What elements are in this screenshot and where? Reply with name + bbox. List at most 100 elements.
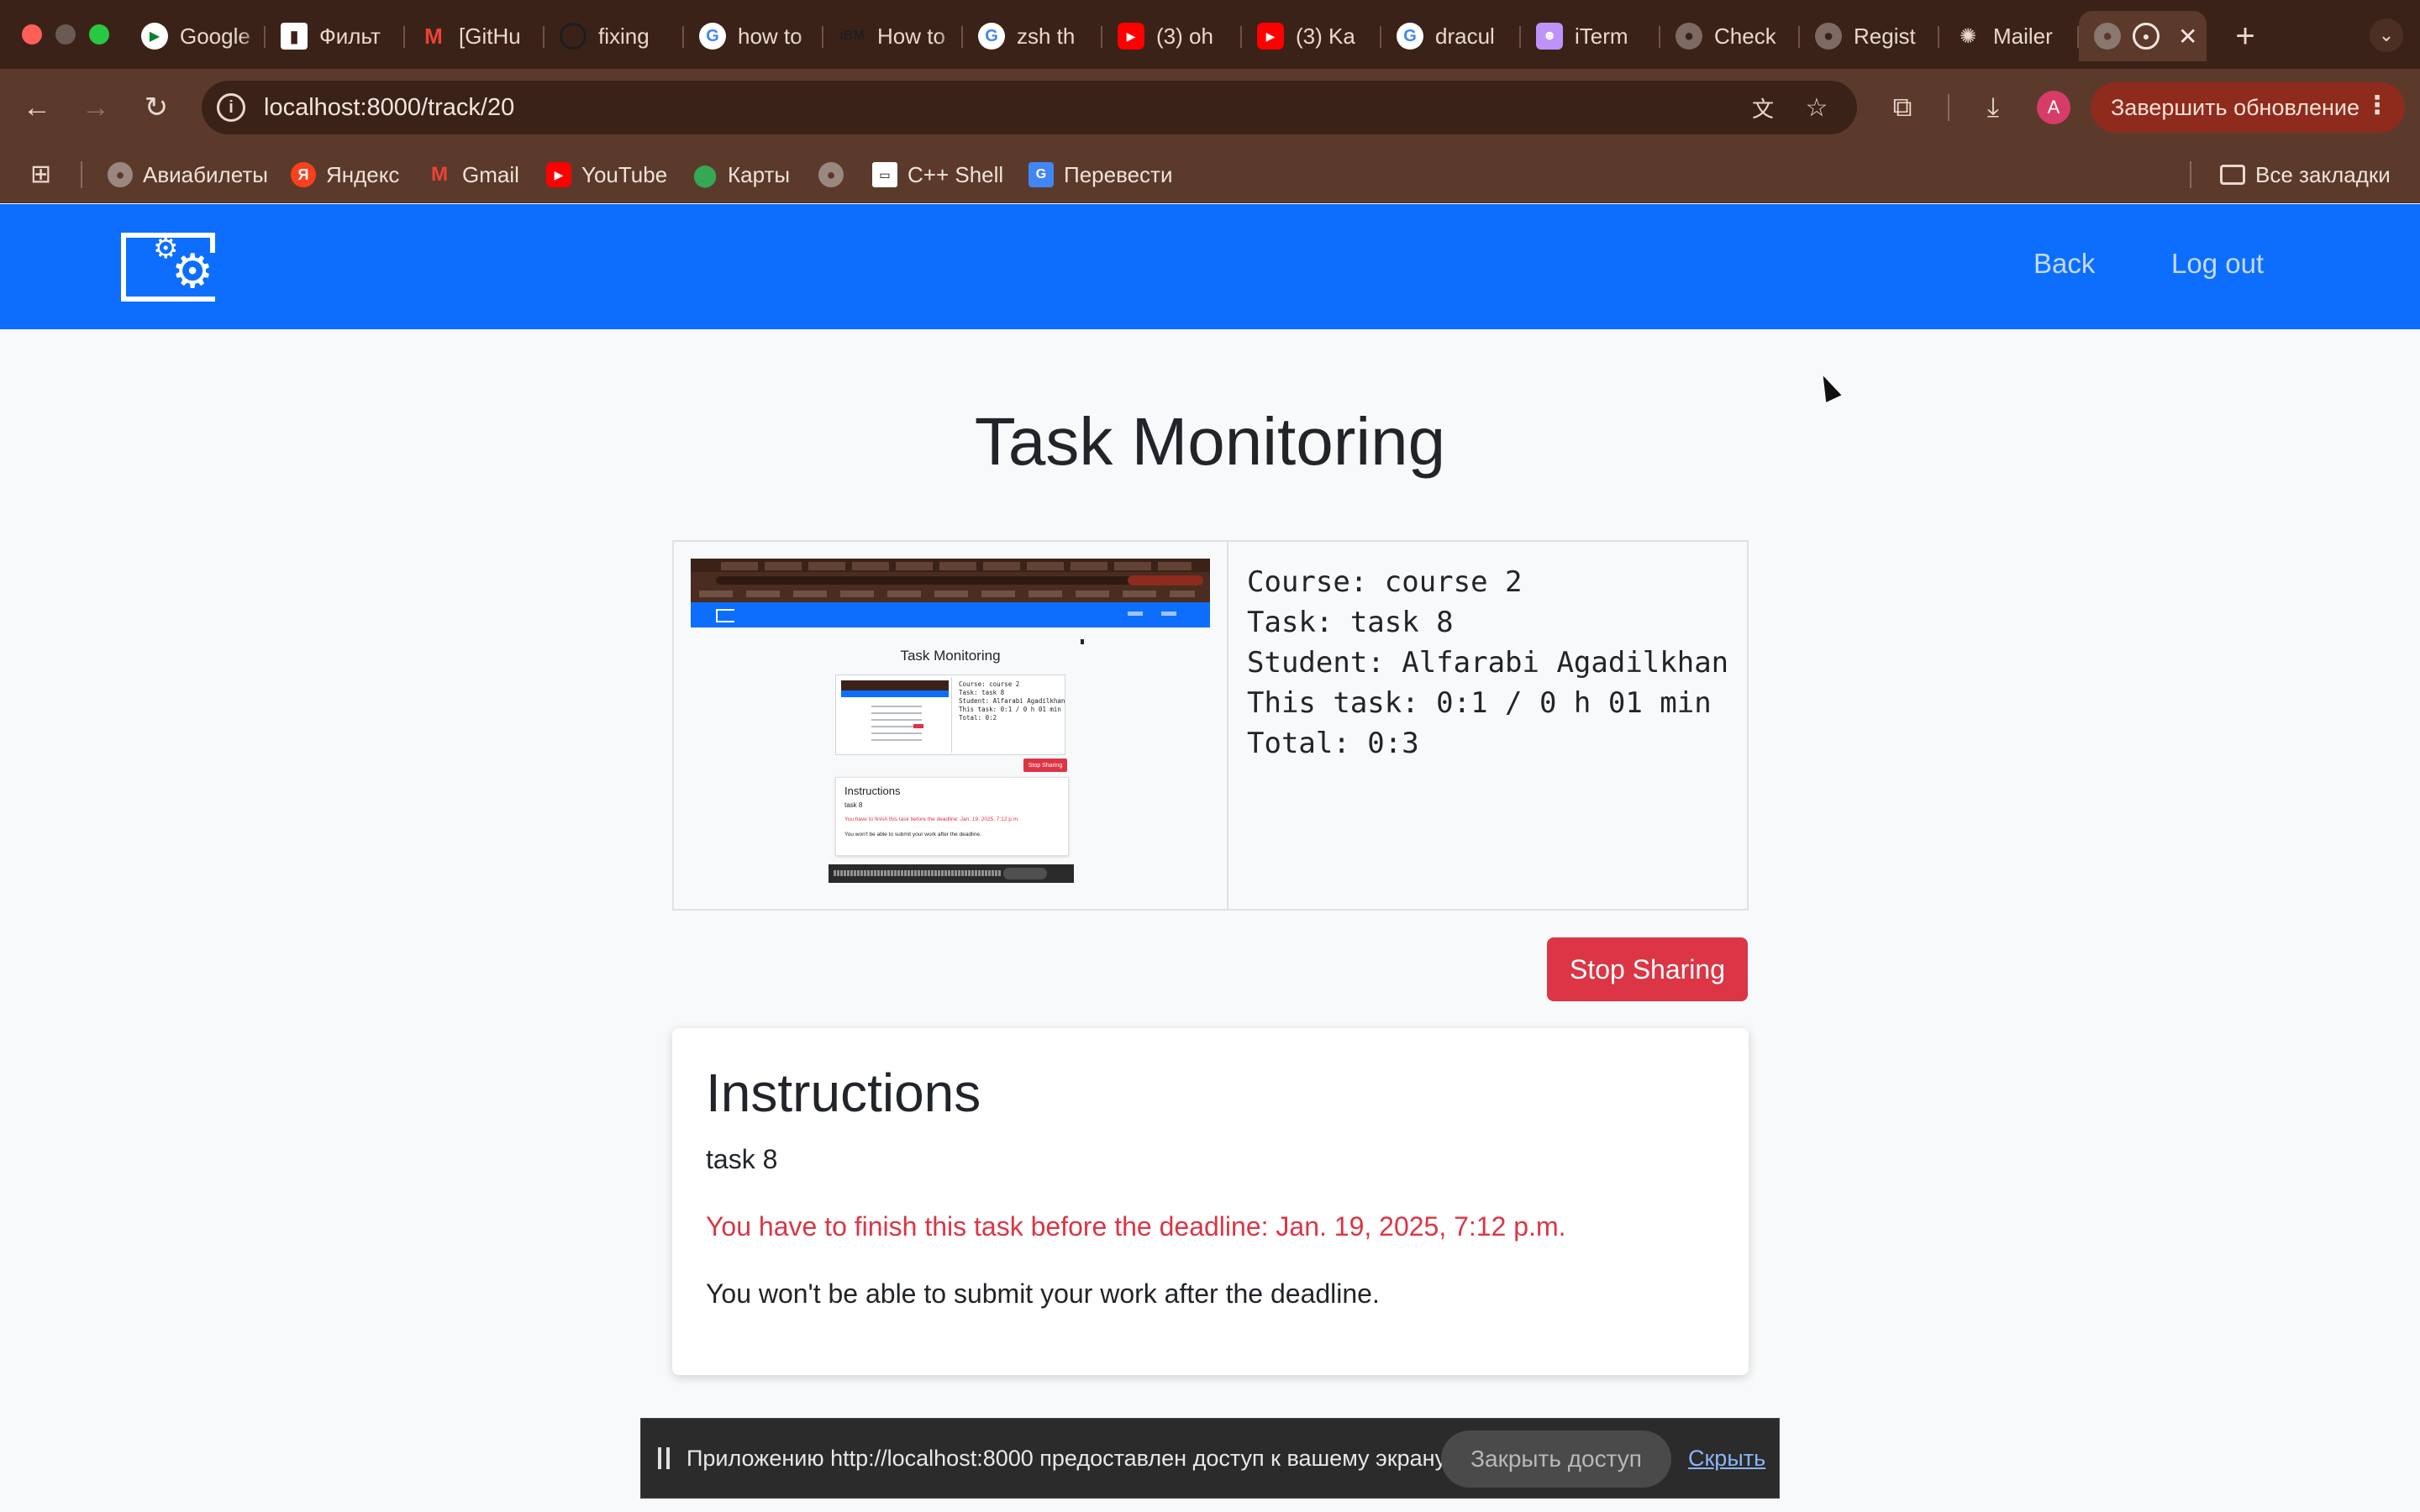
preview-nav-link <box>1161 612 1176 616</box>
nav-logout-link[interactable]: Log out <box>2171 248 2264 280</box>
google-meet-icon: ▶ <box>141 23 168 50</box>
bookmarks-divider <box>81 161 82 188</box>
window-zoom-button[interactable] <box>89 24 109 45</box>
preview-logo <box>716 609 734 622</box>
browser-tab[interactable]: Gdracul <box>1381 11 1521 61</box>
preview-nested-navbar <box>841 690 949 697</box>
globe-icon: ● <box>108 162 133 187</box>
preview-nested-stop <box>913 724 923 728</box>
bookmarks-bar: ⊞ ● Авиабилеты Я Яндекс M Gmail ▶ YouTube ⬤ К… <box>0 146 2420 203</box>
kebab-menu-icon: ⋮ <box>2365 92 2390 119</box>
back-arrow-icon[interactable]: ← <box>18 89 55 126</box>
bookmark-item[interactable]: ⬤ Карты <box>692 158 790 192</box>
browser-tab[interactable]: ▶ Google <box>126 11 266 61</box>
window-close-button[interactable] <box>22 24 42 45</box>
student-line: Student: Alfarabi Agadilkhan <box>1247 646 1729 680</box>
browser-tab[interactable]: Gzsh th <box>963 11 1102 61</box>
github-icon <box>560 23 587 50</box>
nav-back-link[interactable]: Back <box>2033 248 2095 280</box>
close-tab-icon[interactable]: ✕ <box>2178 23 2197 50</box>
browser-tab[interactable]: ● Check <box>1660 11 1800 61</box>
monitor-panel: Task Monitoring Course: course 2 Task: t… <box>672 540 1749 911</box>
bookmark-item[interactable]: ▭ C++ Shell <box>872 158 1003 192</box>
preview-nav-link <box>1128 612 1143 616</box>
bookmark-item[interactable]: M Gmail <box>427 158 519 192</box>
finish-update-label: Завершить обновление <box>2111 94 2360 120</box>
browser-tab-strip: ▶ Google ▮ Фильт M [GitHu fixing Ghow to iB… <box>0 0 2420 69</box>
preview-stop-sharing: Stop Sharing <box>1023 759 1067 772</box>
bookmark-item[interactable]: ▶ YouTube <box>546 158 667 192</box>
preview-card-deadline: You have to finish this task before the … <box>844 816 1019 822</box>
tab-list: ▶ Google ▮ Фильт M [GitHu fixing Ghow to iB… <box>126 10 2262 62</box>
globe-icon: ● <box>2094 23 2121 50</box>
download-icon[interactable]: ⤓ <box>1975 89 2012 126</box>
preview-share-button <box>1003 868 1047 879</box>
this-task-time-line: This task: 0:1 / 0 h 01 min <box>1247 686 1712 720</box>
apps-grid-icon[interactable]: ⊞ <box>30 161 57 188</box>
finish-update-button[interactable]: Завершить обновление ⋮ <box>2091 82 2405 133</box>
window-minimize-button[interactable] <box>55 24 76 45</box>
pause-icon <box>658 1447 670 1469</box>
profile-avatar[interactable]: A <box>2037 91 2070 124</box>
preview-tabs <box>721 562 1192 570</box>
preview-share-bar <box>829 864 1074 883</box>
bookmark-item[interactable]: Я Яндекс <box>291 158 399 192</box>
browser-tab-active[interactable]: ● ● ✕ <box>2079 11 2207 61</box>
forward-arrow-icon[interactable]: → <box>77 89 114 126</box>
instructions-task: task 8 <box>706 1144 778 1174</box>
preview-browser-chrome <box>691 559 1210 602</box>
address-bar[interactable]: i localhost:8000/track/20 文 ☆ <box>202 81 1857 134</box>
total-time-line: Total: 0:3 <box>1247 727 1419 760</box>
hide-link[interactable]: Скрыть <box>1688 1446 1765 1472</box>
google-icon: G <box>1397 23 1423 50</box>
new-tab-button[interactable]: + <box>2228 18 2262 55</box>
google-icon: G <box>978 23 1005 50</box>
browser-tab[interactable]: ▶ (3) oh <box>1102 11 1242 61</box>
url-text[interactable]: localhost:8000/track/20 <box>264 94 514 122</box>
browser-tab[interactable]: ✺ Mailer <box>1939 11 2079 61</box>
instructions-heading: Instructions <box>706 1063 981 1123</box>
preview-instructions-card: Instructions task 8 You have to finish t… <box>835 777 1069 856</box>
openai-icon: ✺ <box>1959 24 1977 48</box>
preview-cursor <box>1081 639 1084 644</box>
browser-tab[interactable]: iBM How to <box>823 11 963 61</box>
youtube-icon: ▶ <box>1257 23 1284 50</box>
browser-tab[interactable]: M [GitHu <box>405 11 544 61</box>
reload-icon[interactable]: ↻ <box>138 89 175 126</box>
browser-tab[interactable]: Ghow to <box>684 11 823 61</box>
ibm-icon: iBM <box>839 29 865 43</box>
page-title: Task Monitoring <box>974 404 1446 479</box>
deadline-warning: You have to finish this task before the … <box>706 1211 1566 1242</box>
browser-tab[interactable]: ☻ iTerm <box>1521 11 1660 61</box>
site-info-icon[interactable]: i <box>217 93 245 122</box>
app-logo[interactable]: ⚙ ⚙ <box>121 233 215 302</box>
tab-search-chevron-icon[interactable]: ⌄ <box>2370 18 2403 52</box>
extensions-puzzle-icon[interactable]: ⧉ <box>1884 89 1921 126</box>
stop-access-button[interactable]: Закрыть доступ <box>1441 1431 1671 1488</box>
youtube-icon: ▶ <box>546 162 571 187</box>
gmail-icon: M <box>424 23 443 49</box>
app-navbar: ⚙ ⚙ Back Log out <box>0 204 2420 329</box>
bookmark-star-icon[interactable]: ☆ <box>1802 92 1832 123</box>
preview-share-message <box>834 870 1002 876</box>
bookmarks-divider <box>2190 161 2191 188</box>
browser-tab[interactable]: ● Regist <box>1800 11 1939 61</box>
translate-icon[interactable]: 文 <box>1748 92 1778 123</box>
bookmark-item[interactable]: G Перевести <box>1028 158 1172 192</box>
browser-tab[interactable]: ▮ Фильт <box>266 11 405 61</box>
browser-tab[interactable]: fixing <box>544 11 684 61</box>
screen-share-bar: Приложению http://localhost:8000 предост… <box>640 1418 1780 1499</box>
preview-card-task: task 8 <box>844 801 863 809</box>
stop-sharing-button[interactable]: Stop Sharing <box>1547 937 1748 1001</box>
recording-icon: ● <box>2133 23 2160 50</box>
preview-monitor-panel: Course: course 2 Task: task 8 Student: A… <box>835 675 1065 755</box>
instructions-card: Instructions task 8 You have to finish t… <box>672 1028 1749 1375</box>
bookmark-item[interactable]: ● <box>818 158 854 192</box>
yandex-icon: Я <box>291 162 316 187</box>
screen-preview-image: Task Monitoring Course: course 2 Task: t… <box>691 559 1210 895</box>
all-bookmarks-button[interactable]: Все закладки <box>2220 158 2391 192</box>
preview-title: Task Monitoring <box>900 648 1001 664</box>
bookmark-item[interactable]: ● Авиабилеты <box>108 158 268 192</box>
google-icon: G <box>699 23 726 50</box>
browser-tab[interactable]: ▶ (3) Ka <box>1242 11 1381 61</box>
